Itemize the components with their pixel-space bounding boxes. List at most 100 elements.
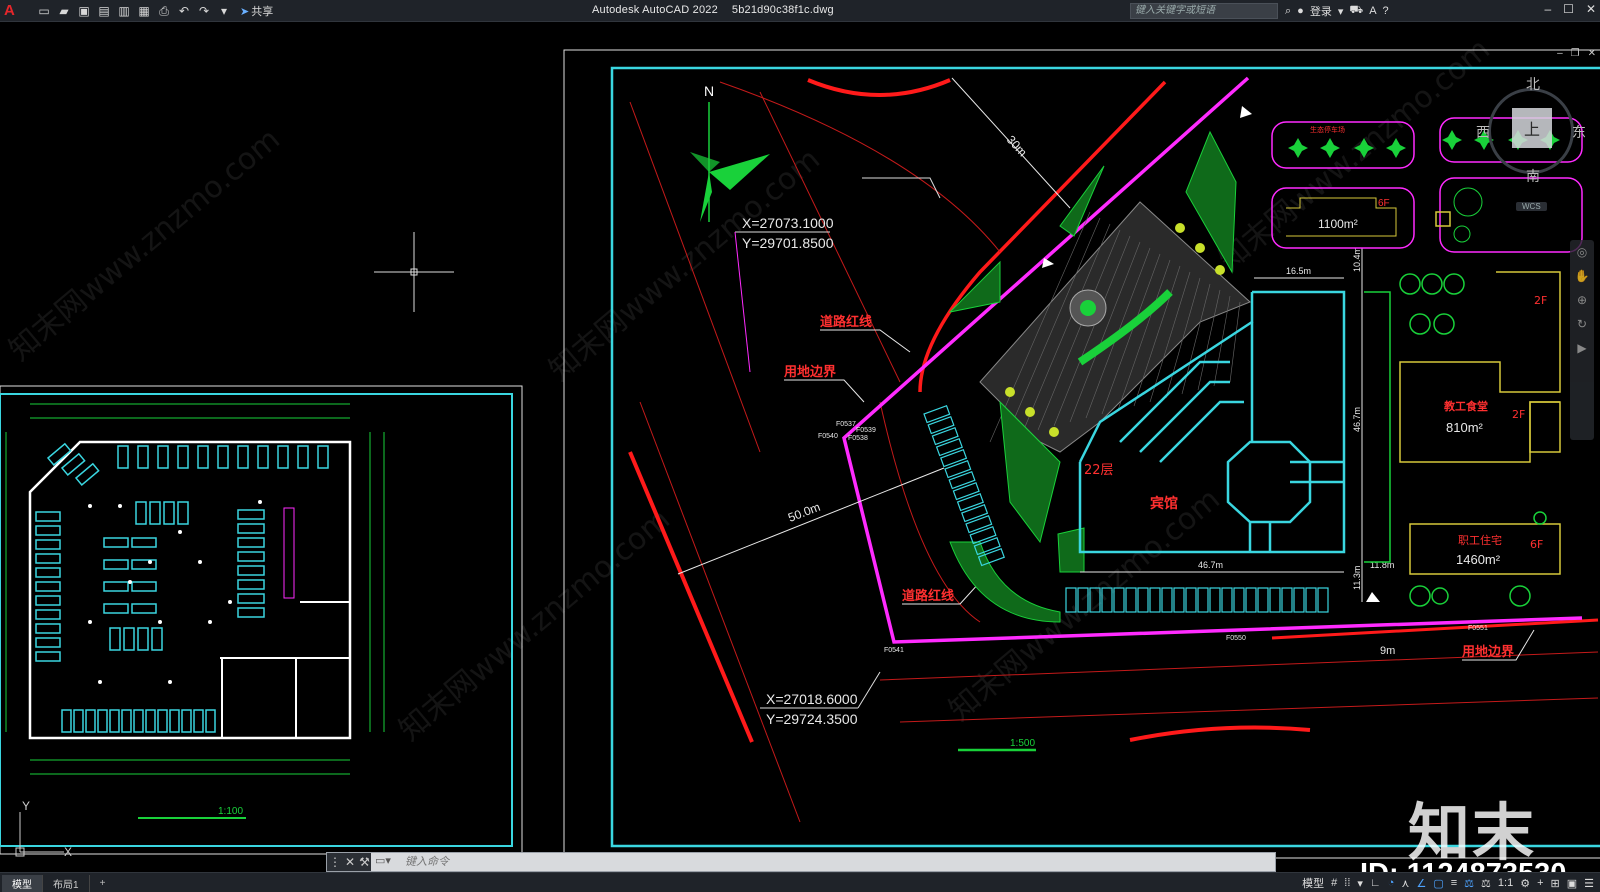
doc-restore-icon[interactable]: ❐ bbox=[1571, 48, 1580, 59]
wrench-icon[interactable]: ⚒ bbox=[359, 855, 370, 869]
model-space-button[interactable]: 模型 bbox=[1302, 875, 1324, 891]
structural-column bbox=[258, 500, 262, 504]
snap-icon[interactable]: ⁞⁞ bbox=[1344, 877, 1350, 889]
parking-stall bbox=[1149, 587, 1161, 613]
maximize-icon[interactable]: ☐ bbox=[1563, 2, 1574, 16]
parking-stall bbox=[151, 627, 163, 651]
ortho-icon[interactable]: ∟ bbox=[1370, 877, 1381, 889]
pan-icon[interactable]: ✋ bbox=[1570, 264, 1594, 288]
add-layout-button[interactable]: + bbox=[90, 877, 116, 890]
parking-stall bbox=[35, 581, 61, 592]
object-snap-tracking-icon[interactable]: ∠ bbox=[1416, 877, 1426, 890]
parking-stall bbox=[35, 595, 61, 606]
command-prompt-icon[interactable]: ▭▾ bbox=[375, 854, 401, 870]
parking-stall bbox=[181, 709, 192, 733]
tab-layout1[interactable]: 布局1 bbox=[43, 875, 90, 892]
drawing-canvas[interactable]: 知末网www.znzmo.com 知末网www.znzmo.com 知末网www… bbox=[0, 22, 1600, 890]
cart-icon[interactable]: ⛟ bbox=[1349, 4, 1363, 18]
open-icon[interactable]: ▰ bbox=[56, 3, 72, 19]
steering-wheel-icon[interactable]: ◎ bbox=[1570, 240, 1594, 264]
save-web-icon[interactable]: ▦ bbox=[136, 3, 152, 19]
dim-16-5m: 16.5m bbox=[1286, 266, 1311, 276]
command-input[interactable] bbox=[405, 854, 1265, 870]
autodesk-app-icon[interactable]: A bbox=[1369, 5, 1376, 17]
parking-stall bbox=[1197, 587, 1209, 613]
showmotion-icon[interactable]: ▶ bbox=[1570, 336, 1594, 360]
signin-button[interactable]: 登录 bbox=[1310, 3, 1332, 19]
plus-icon[interactable]: + bbox=[1537, 877, 1543, 889]
close-icon[interactable]: ✕ bbox=[1586, 2, 1596, 16]
annotation-scale-button[interactable]: 1:1 bbox=[1498, 877, 1513, 889]
customization-menu-icon[interactable]: ☰ bbox=[1584, 877, 1594, 890]
autocad-logo-icon[interactable]: A bbox=[4, 2, 26, 20]
right-viewport[interactable]: N X=27073.1000 Y=29701.8500 X=27018.6000… bbox=[563, 49, 1600, 859]
object-snap-icon[interactable]: ▢ bbox=[1433, 877, 1443, 890]
parking-stall bbox=[961, 504, 989, 523]
label-hotel: 宾馆 bbox=[1150, 495, 1178, 512]
undo-icon[interactable]: ↶ bbox=[176, 3, 192, 19]
parking-stall bbox=[35, 511, 61, 522]
close-command-line-icon[interactable]: ✕ bbox=[345, 855, 355, 869]
units-icon[interactable]: ⊞ bbox=[1551, 877, 1560, 890]
label-road-red-line-1: 道路红线 bbox=[820, 314, 872, 330]
new-icon[interactable]: ▭ bbox=[36, 3, 52, 19]
command-line: ⋮ ✕ ⚒ ▭▾ bbox=[326, 852, 1276, 872]
help-search-input[interactable]: 键入关键字或短语 bbox=[1130, 3, 1278, 19]
cad-drawing[interactable]: 知末网www.znzmo.com 知末网www.znzmo.com 知末网www… bbox=[0, 22, 1600, 870]
saveas-icon[interactable]: ▤ bbox=[96, 3, 112, 19]
viewcube-north[interactable]: 北 bbox=[1526, 74, 1540, 94]
grip-icon[interactable]: ⋮ bbox=[329, 855, 341, 869]
parking-stall bbox=[956, 493, 984, 512]
share-button[interactable]: ➤ 共享 bbox=[240, 3, 273, 19]
doc-close-icon[interactable]: ✕ bbox=[1588, 48, 1596, 59]
open-web-icon[interactable]: ▥ bbox=[116, 3, 132, 19]
gear-icon[interactable]: ⚙ bbox=[1520, 877, 1530, 890]
parking-stall bbox=[1137, 587, 1149, 613]
wcs-menu-button[interactable]: WCS bbox=[1516, 202, 1547, 211]
crosshair-cursor bbox=[374, 232, 454, 312]
annotation-visibility-icon[interactable]: ⚖ bbox=[1464, 877, 1474, 890]
parking-stall bbox=[137, 627, 149, 651]
polar-tracking-icon[interactable]: ◔ bbox=[1388, 877, 1395, 889]
viewcube-top-face[interactable]: 上 bbox=[1512, 108, 1552, 148]
parking-stall bbox=[237, 551, 265, 562]
redo-icon[interactable]: ↷ bbox=[196, 3, 212, 19]
plot-icon[interactable]: ⎙ bbox=[156, 3, 172, 19]
minimize-icon[interactable]: – bbox=[1544, 2, 1551, 16]
viewcube-south[interactable]: 南 bbox=[1526, 166, 1540, 186]
watermark-text: 知末网www.znzmo.com bbox=[543, 142, 827, 388]
parking-stall bbox=[969, 526, 997, 545]
chevron-down-icon[interactable]: ▾ bbox=[1338, 5, 1344, 18]
user-icon[interactable]: ● bbox=[1297, 5, 1304, 17]
parking-stall bbox=[121, 709, 132, 733]
zoom-extents-icon[interactable]: ⊕ bbox=[1570, 288, 1594, 312]
infer-constraints-icon[interactable]: ▾ bbox=[1357, 877, 1363, 890]
parking-stall bbox=[131, 537, 157, 548]
save-icon[interactable]: ▣ bbox=[76, 3, 92, 19]
tab-model[interactable]: 模型 bbox=[2, 875, 43, 892]
auto-scale-icon[interactable]: ⚖ bbox=[1481, 877, 1491, 890]
point-f0539: F0539 bbox=[856, 427, 876, 434]
parking-stall bbox=[257, 445, 269, 469]
ucs-icon: Y X bbox=[15, 799, 72, 859]
isodraft-icon[interactable]: ⋏ bbox=[1401, 877, 1409, 890]
viewcube[interactable]: 上 北 南 西 东 WCS bbox=[1476, 74, 1590, 214]
quick-properties-icon[interactable]: ▣ bbox=[1567, 877, 1577, 890]
lineweight-icon[interactable]: ≡ bbox=[1451, 877, 1457, 889]
left-viewport[interactable]: 1:100 bbox=[0, 385, 523, 855]
search-icon[interactable]: ⌕ bbox=[1285, 5, 1291, 18]
layout-tabs: 模型 布局1 + bbox=[2, 875, 115, 892]
parking-stall bbox=[103, 537, 129, 548]
orbit-icon[interactable]: ↻ bbox=[1570, 312, 1594, 336]
viewcube-west[interactable]: 西 bbox=[1476, 122, 1490, 142]
label-6f-a: 6F bbox=[1378, 198, 1390, 209]
viewcube-east[interactable]: 东 bbox=[1572, 122, 1586, 142]
grid-icon[interactable]: # bbox=[1331, 877, 1337, 889]
doc-minimize-icon[interactable]: – bbox=[1557, 48, 1563, 59]
customize-icon[interactable]: ▾ bbox=[216, 3, 232, 19]
parking-stall bbox=[197, 445, 209, 469]
parking-stall bbox=[109, 627, 121, 651]
help-icon[interactable]: ? bbox=[1383, 5, 1389, 17]
scale-label-left: 1:100 bbox=[218, 806, 243, 817]
structural-column bbox=[148, 560, 152, 564]
